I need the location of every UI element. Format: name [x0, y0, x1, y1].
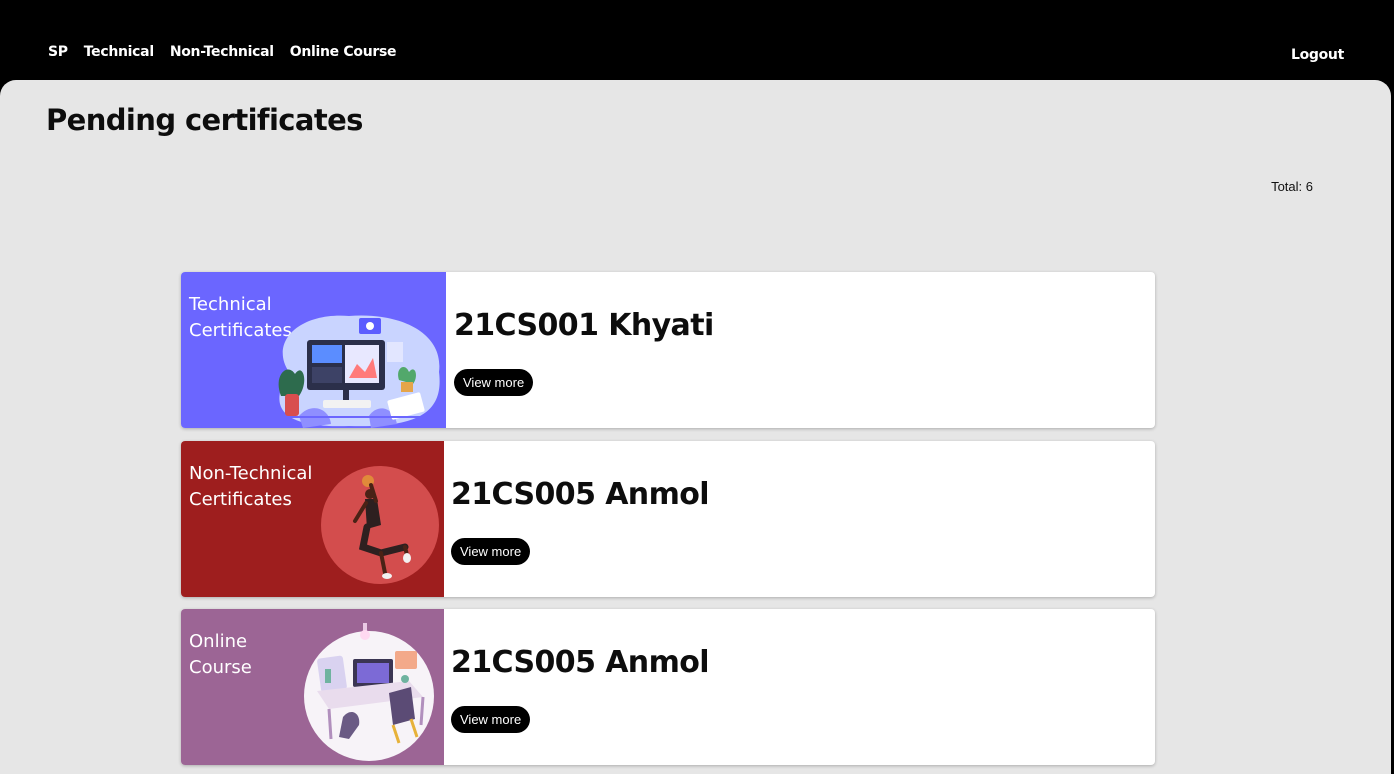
category-label: Online Course [189, 631, 252, 678]
certificate-card: Online Course 21CS005 Anmol View more [181, 609, 1155, 765]
online-course-category-image: Online Course [181, 609, 444, 765]
page-title: Pending certificates [46, 103, 363, 137]
nav-links: SP Technical Non-Technical Online Course [48, 44, 412, 60]
nav-link-technical[interactable]: Technical [84, 44, 154, 60]
nav-link-online-course[interactable]: Online Course [290, 44, 397, 60]
computer-desk-illustration [261, 315, 446, 428]
student-title: 21CS005 Anmol [451, 645, 710, 680]
top-navbar: SP Technical Non-Technical Online Course… [0, 0, 1394, 86]
view-more-button[interactable]: View more [454, 369, 534, 396]
nav-link-non-technical[interactable]: Non-Technical [170, 44, 274, 60]
logout-link[interactable]: Logout [1291, 47, 1344, 63]
category-label: Non-Technical Certificates [189, 463, 313, 510]
main-content: Pending certificates Total: 6 Technical … [0, 80, 1391, 774]
certificate-card: Non-Technical Certificates 21CS005 Anmol… [181, 441, 1155, 597]
total-count: Total: 6 [1271, 179, 1313, 194]
certificate-card: Technical Certificates 21CS001 Khyati Vi… [181, 272, 1155, 428]
non-technical-category-image: Non-Technical Certificates [181, 441, 444, 597]
basketball-player-illustration [321, 466, 439, 584]
view-more-button[interactable]: View more [451, 538, 531, 565]
workspace-illustration [304, 623, 434, 761]
student-title: 21CS001 Khyati [454, 308, 714, 343]
view-more-button[interactable]: View more [451, 706, 531, 733]
student-title: 21CS005 Anmol [451, 477, 710, 512]
nav-link-home[interactable]: SP [48, 44, 68, 60]
technical-category-image: Technical Certificates [181, 272, 446, 428]
